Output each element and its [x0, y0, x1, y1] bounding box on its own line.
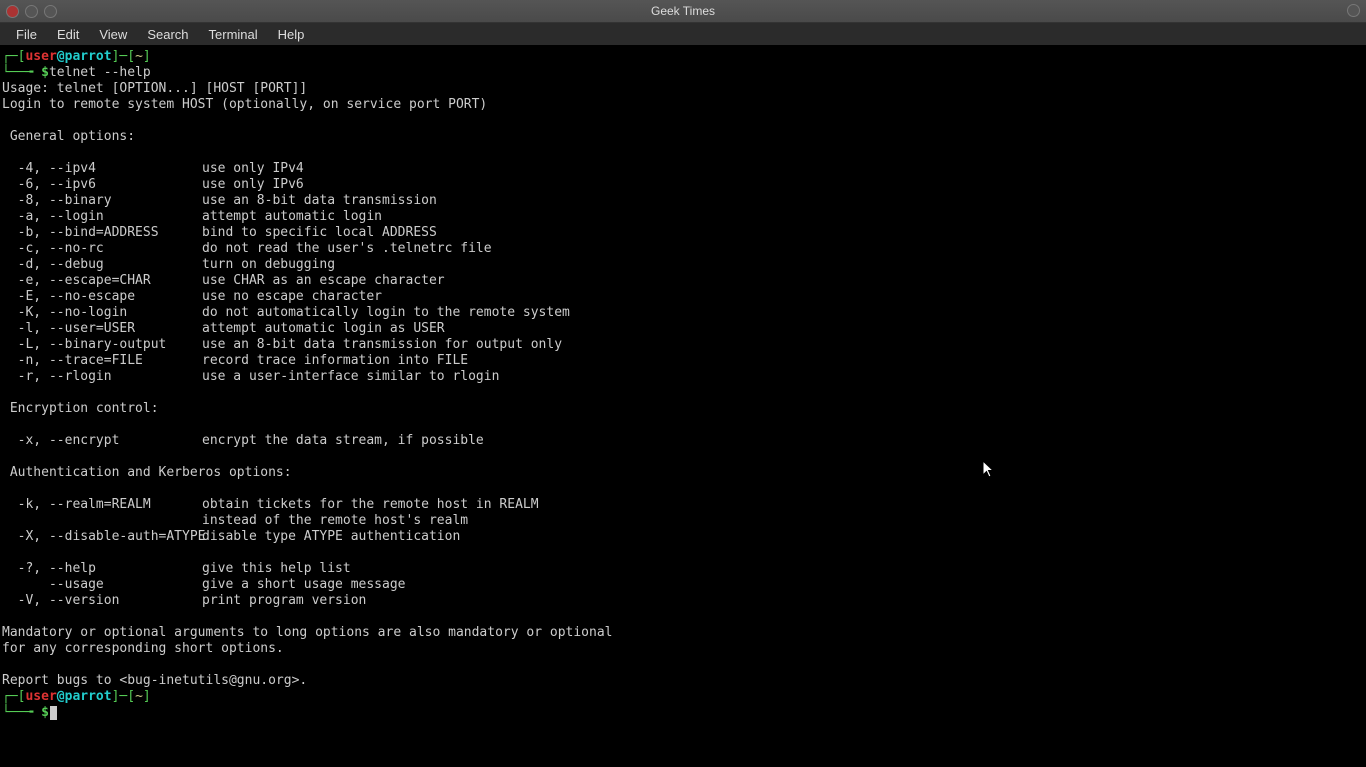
- mandatory-note-1: Mandatory or optional arguments to long …: [2, 625, 612, 640]
- prompt-cwd: ~: [135, 49, 143, 64]
- prompt2-user: user: [25, 689, 56, 704]
- terminal-output[interactable]: ┌─[user@parrot]─[~] └──╼ $telnet --help …: [0, 45, 1366, 767]
- prompt-sep: ]─[: [112, 49, 135, 64]
- prompt-arrow: └──╼: [2, 65, 41, 80]
- opt-binout: -L, --binary-output: [2, 337, 202, 353]
- opt-escape: -e, --escape=CHAR: [2, 273, 202, 289]
- usage-line: Usage: telnet [OPTION...] [HOST [PORT]]: [2, 81, 307, 96]
- prompt2-sep: ]─[: [112, 689, 135, 704]
- opt-ipv6: -6, --ipv6: [2, 177, 202, 193]
- desc-rlogin: use a user-interface similar to rlogin: [202, 369, 499, 384]
- prompt-end: ]: [143, 49, 151, 64]
- window-titlebar: Geek Times: [0, 0, 1366, 23]
- prompt-user: user: [25, 49, 56, 64]
- opt-bind: -b, --bind=ADDRESS: [2, 225, 202, 241]
- opt-login: -a, --login: [2, 209, 202, 225]
- prompt-bracket: ┌─[: [2, 49, 25, 64]
- section-auth: Authentication and Kerberos options:: [2, 465, 292, 480]
- desc-login: attempt automatic login: [202, 209, 382, 224]
- desc-trace: record trace information into FILE: [202, 353, 468, 368]
- opt-nologin: -K, --no-login: [2, 305, 202, 321]
- desc-nologin: do not automatically login to the remote…: [202, 305, 570, 320]
- prompt-host: parrot: [65, 49, 112, 64]
- minimize-window-icon[interactable]: [25, 5, 38, 18]
- prompt2-end: ]: [143, 689, 151, 704]
- desc-noescape: use no escape character: [202, 289, 382, 304]
- prompt2-host: parrot: [65, 689, 112, 704]
- opt-usage: --usage: [2, 577, 202, 593]
- opt-realm-cont: [2, 513, 202, 529]
- desc-usage: give a short usage message: [202, 577, 406, 592]
- opt-trace: -n, --trace=FILE: [2, 353, 202, 369]
- menu-help[interactable]: Help: [268, 25, 315, 44]
- opt-version: -V, --version: [2, 593, 202, 609]
- desc-binout: use an 8-bit data transmission for outpu…: [202, 337, 562, 352]
- prompt-at: @: [57, 49, 65, 64]
- menu-file[interactable]: File: [6, 25, 47, 44]
- maximize-window-icon[interactable]: [44, 5, 57, 18]
- section-general: General options:: [2, 129, 135, 144]
- opt-disableauth: -X, --disable-auth=ATYPE: [2, 529, 202, 545]
- desc-debug: turn on debugging: [202, 257, 335, 272]
- desc-encrypt: encrypt the data stream, if possible: [202, 433, 484, 448]
- prompt2-cwd: ~: [135, 689, 143, 704]
- text-cursor: [50, 706, 57, 720]
- mandatory-note-2: for any corresponding short options.: [2, 641, 284, 656]
- menu-terminal[interactable]: Terminal: [199, 25, 268, 44]
- opt-debug: -d, --debug: [2, 257, 202, 273]
- prompt2-arrow: └──╼: [2, 705, 41, 720]
- menu-search[interactable]: Search: [137, 25, 198, 44]
- opt-rlogin: -r, --rlogin: [2, 369, 202, 385]
- close-window-icon[interactable]: [6, 5, 19, 18]
- desc-user: attempt automatic login as USER: [202, 321, 445, 336]
- menu-bar: File Edit View Search Terminal Help: [0, 23, 1366, 45]
- desc-bind: bind to specific local ADDRESS: [202, 225, 437, 240]
- desc-realm-cont: instead of the remote host's realm: [202, 513, 468, 528]
- desc-norc: do not read the user's .telnetrc file: [202, 241, 492, 256]
- opt-noescape: -E, --no-escape: [2, 289, 202, 305]
- window-menu-icon[interactable]: [1347, 4, 1360, 17]
- opt-binary: -8, --binary: [2, 193, 202, 209]
- opt-encrypt: -x, --encrypt: [2, 433, 202, 449]
- prompt2-dollar: $: [41, 705, 49, 720]
- menu-view[interactable]: View: [89, 25, 137, 44]
- bug-report: Report bugs to <bug-inetutils@gnu.org>.: [2, 673, 307, 688]
- section-encryption: Encryption control:: [2, 401, 159, 416]
- desc-disableauth: disable type ATYPE authentication: [202, 529, 460, 544]
- opt-help: -?, --help: [2, 561, 202, 577]
- prompt-dollar: $: [41, 65, 49, 80]
- entered-command: telnet --help: [49, 65, 151, 80]
- desc-ipv6: use only IPv6: [202, 177, 304, 192]
- prompt2-at: @: [57, 689, 65, 704]
- desc-help: give this help list: [202, 561, 351, 576]
- desc-ipv4: use only IPv4: [202, 161, 304, 176]
- desc-version: print program version: [202, 593, 366, 608]
- opt-ipv4: -4, --ipv4: [2, 161, 202, 177]
- opt-user: -l, --user=USER: [2, 321, 202, 337]
- desc-realm: obtain tickets for the remote host in RE…: [202, 497, 539, 512]
- desc-binary: use an 8-bit data transmission: [202, 193, 437, 208]
- prompt2-bracket: ┌─[: [2, 689, 25, 704]
- opt-norc: -c, --no-rc: [2, 241, 202, 257]
- menu-edit[interactable]: Edit: [47, 25, 89, 44]
- desc-line: Login to remote system HOST (optionally,…: [2, 97, 487, 112]
- window-title: Geek Times: [0, 4, 1366, 18]
- opt-realm: -k, --realm=REALM: [2, 497, 202, 513]
- desc-escape: use CHAR as an escape character: [202, 273, 445, 288]
